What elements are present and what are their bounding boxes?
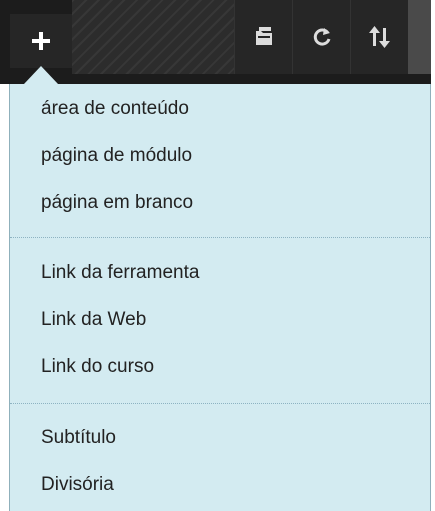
menu-item-web-link[interactable]: Link da Web bbox=[41, 309, 146, 331]
menu-item-content-area[interactable]: área de conteúdo bbox=[41, 98, 189, 120]
folder-icon bbox=[255, 27, 272, 45]
menu-item-tool-link[interactable]: Link da ferramenta bbox=[41, 262, 199, 284]
sort-arrows-icon bbox=[368, 26, 390, 48]
menu-item-course-link[interactable]: Link do curso bbox=[41, 356, 154, 378]
plus-icon bbox=[32, 32, 50, 50]
toolbar-spacer bbox=[72, 0, 234, 74]
menu-caret bbox=[24, 66, 58, 84]
add-menu-dropdown: área de conteúdo página de módulo página… bbox=[9, 84, 431, 511]
toolbar-edge bbox=[408, 0, 431, 74]
menu-divider bbox=[10, 237, 430, 238]
course-menu-toolbar bbox=[0, 0, 431, 84]
refresh-button[interactable] bbox=[292, 0, 350, 74]
folder-view-button[interactable] bbox=[234, 0, 292, 74]
menu-item-divider[interactable]: Divisória bbox=[41, 474, 114, 496]
menu-divider bbox=[10, 403, 430, 404]
menu-item-subheader[interactable]: Subtítulo bbox=[41, 427, 116, 449]
refresh-icon bbox=[313, 28, 330, 46]
add-menu-item-button[interactable] bbox=[10, 14, 72, 68]
menu-item-module-page[interactable]: página de módulo bbox=[41, 145, 192, 167]
reorder-button[interactable] bbox=[350, 0, 408, 74]
menu-item-blank-page[interactable]: página em branco bbox=[41, 192, 193, 214]
page-edge bbox=[431, 0, 435, 511]
